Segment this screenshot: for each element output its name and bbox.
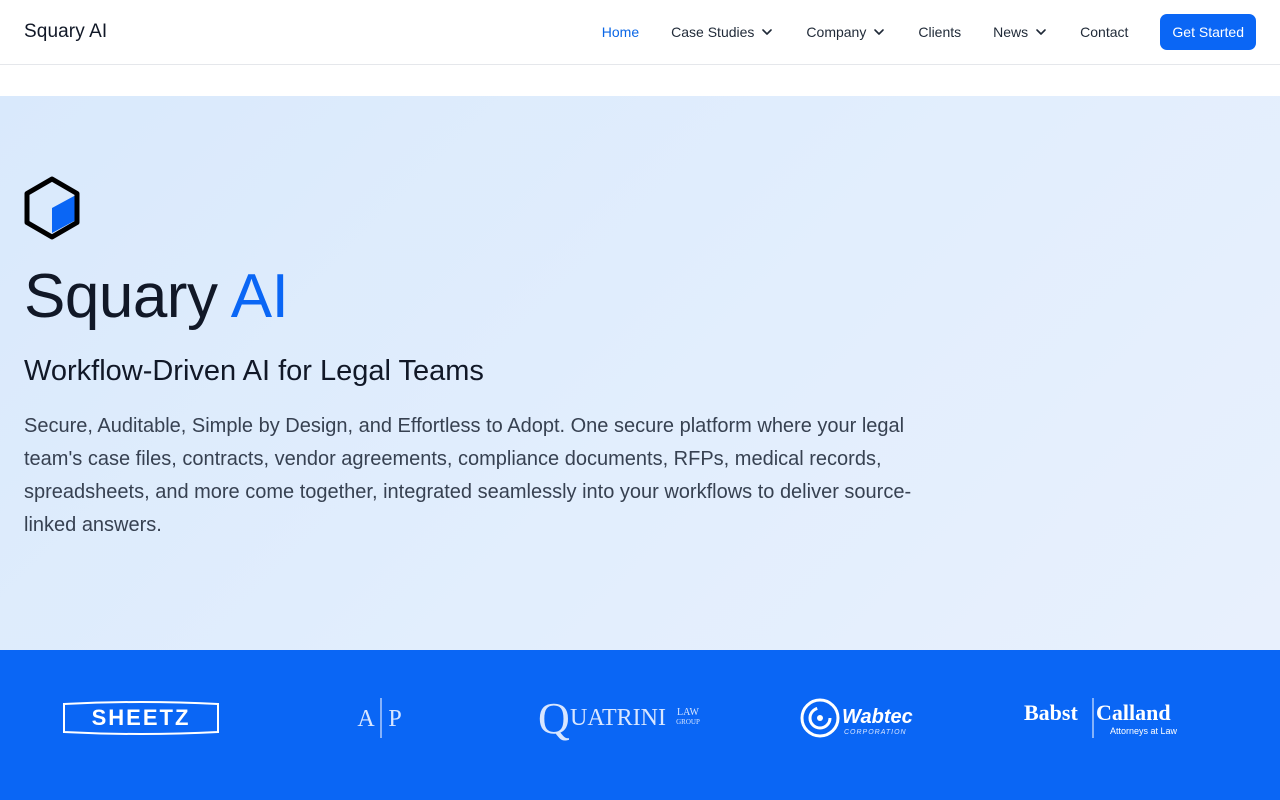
main-nav: Home Case Studies Company Clients News C… (570, 14, 1256, 50)
chevron-down-icon (1036, 29, 1046, 35)
client-logo-ap: A P (352, 690, 410, 746)
client-babst-tag: Attorneys at Law (1110, 726, 1178, 736)
nav-case-studies-label: Case Studies (671, 24, 755, 40)
nav-contact-label: Contact (1080, 24, 1129, 40)
nav-case-studies[interactable]: Case Studies (671, 24, 774, 40)
get-started-button[interactable]: Get Started (1160, 14, 1256, 50)
client-logo-band: SHEETZ A P Q UATRINI LAW GROUP Wabtec CO… (0, 650, 1280, 800)
site-header: Squary AI Home Case Studies Company Clie… (0, 0, 1280, 65)
hero-title-accent: AI (230, 262, 289, 331)
client-logo-sheetz: SHEETZ (62, 690, 220, 746)
nav-clients-label: Clients (918, 24, 962, 40)
hero-title: Squary AI (24, 262, 1256, 332)
client-ap-left: A (357, 706, 375, 732)
client-wabtec-tag: CORPORATION (844, 729, 907, 736)
client-ap-right: P (388, 706, 401, 732)
chevron-down-icon (874, 29, 885, 35)
chevron-down-icon (762, 29, 773, 35)
client-logo-wabtec: Wabtec CORPORATION (800, 690, 922, 746)
brand-logo-text[interactable]: Squary AI (24, 21, 107, 43)
hero-title-main: Squary (24, 262, 218, 331)
client-babst-right: Calland (1096, 700, 1171, 725)
client-logo-quatrini: Q UATRINI LAW GROUP (538, 690, 704, 746)
client-sheetz-text: SHEETZ (92, 705, 191, 730)
client-logo-babst-calland: Babst Calland Attorneys at Law (1022, 690, 1182, 746)
nav-company-label: Company (806, 24, 867, 40)
hero-description: Secure, Auditable, Simple by Design, and… (24, 415, 912, 536)
nav-news[interactable]: News (993, 24, 1048, 40)
client-quatrini-group: GROUP (676, 718, 700, 726)
nav-company[interactable]: Company (806, 24, 886, 40)
client-wabtec-word: Wabtec (842, 706, 913, 728)
hero-section: Squary AI Workflow-Driven AI for Legal T… (0, 96, 1280, 650)
nav-home[interactable]: Home (602, 24, 639, 40)
client-quatrini-q: Q (538, 695, 570, 741)
hexagon-cube-icon (24, 176, 80, 240)
nav-contact[interactable]: Contact (1080, 24, 1128, 40)
client-quatrini-law: LAW (677, 707, 700, 718)
client-quatrini-rest: UATRINI (570, 705, 666, 731)
client-babst-left: Babst (1024, 700, 1078, 725)
nav-home-label: Home (601, 24, 640, 40)
nav-clients[interactable]: Clients (918, 24, 961, 40)
hero-subtitle: Workflow-Driven AI for Legal Teams (24, 355, 484, 387)
nav-news-label: News (993, 24, 1029, 40)
